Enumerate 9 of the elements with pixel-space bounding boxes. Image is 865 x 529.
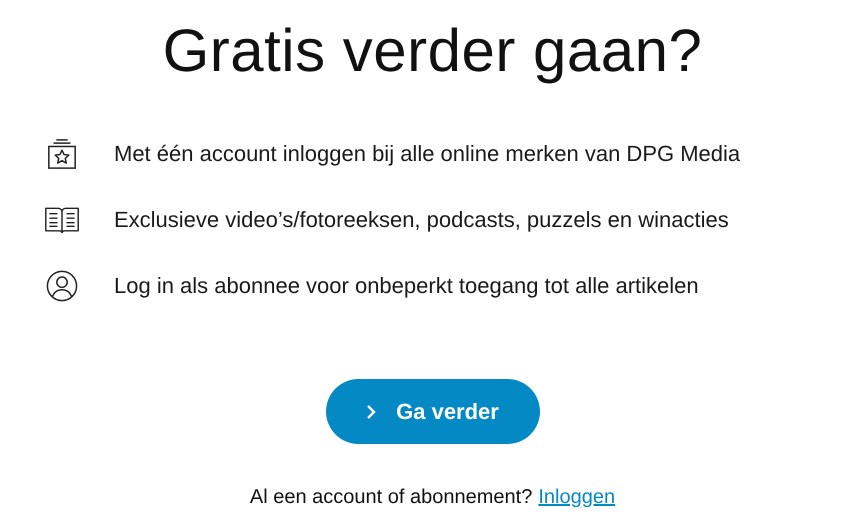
chevron-icon	[366, 404, 376, 420]
benefit-text: Exclusieve video’s/fotoreeksen, podcasts, puzzels en winacties	[114, 207, 729, 233]
benefit-text: Met één account inloggen bij alle online merken van DPG Media	[114, 141, 740, 167]
login-link[interactable]: Inloggen	[538, 486, 616, 509]
benefit-text: Log in als abonnee voor onbeperkt toegang tot alle artikelen	[114, 273, 699, 299]
footer-text: Al een account of abonnement?	[250, 486, 532, 509]
user-icon	[44, 270, 80, 302]
continue-button[interactable]: Ga verder	[326, 379, 540, 444]
page-title: Gratis verder gaan?	[162, 16, 702, 86]
